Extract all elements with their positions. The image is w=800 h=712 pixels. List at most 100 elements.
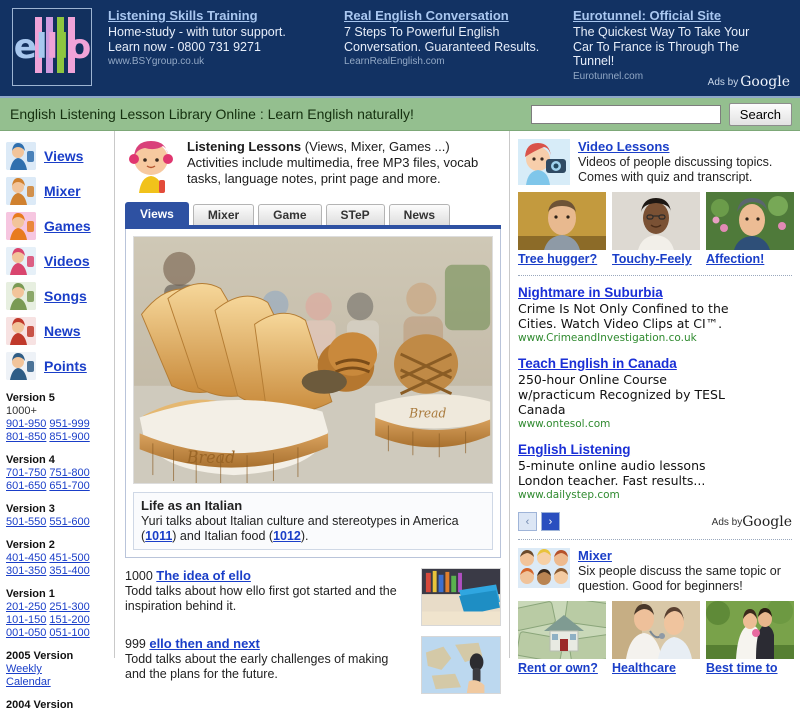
site-logo[interactable]: elllo [12, 8, 92, 86]
sidebar-ad-title[interactable]: Nightmare in Suburbia [518, 284, 792, 301]
video-thumb-1-caption[interactable]: Tree hugger? [518, 252, 606, 267]
sidebar-item-points[interactable]: Points [6, 349, 114, 382]
video-thumb-touchy-feely[interactable]: Touchy-Feely [612, 192, 700, 267]
sidebar-ad[interactable]: Teach English in Canada 250-hour Online C… [518, 355, 792, 431]
sidebar-item-label[interactable]: News [44, 323, 81, 339]
version-range-link[interactable]: 051-100 [49, 627, 89, 639]
video-thumb-3-caption[interactable]: Affection! [706, 252, 794, 267]
top-ad-3-title[interactable]: Eurotunnel: Official Site [573, 8, 786, 23]
version-range-row: 201-250 251-300 [6, 601, 114, 614]
version-range-link[interactable]: Calendar [6, 676, 51, 688]
tab-step[interactable]: STeP [325, 204, 385, 225]
version-range-link[interactable]: 901-950 [6, 418, 46, 430]
mixer-thumb-best-time-to[interactable]: Best time to [706, 601, 794, 676]
top-ad-2-title[interactable]: Real English Conversation [344, 8, 559, 23]
featured-lesson-link-1012[interactable]: 1012 [273, 529, 301, 543]
sidebar-item-label[interactable]: Games [44, 218, 91, 234]
listening-lessons-header: Listening Lessons (Views, Mixer, Games .… [125, 139, 501, 193]
version-range-link[interactable]: 201-250 [6, 601, 46, 613]
ads-next-icon[interactable]: › [541, 512, 560, 531]
ads-by-label: Ads by [707, 77, 739, 88]
lesson-999-thumbnail[interactable] [421, 636, 501, 694]
lesson-1000-thumbnail[interactable] [421, 568, 501, 626]
mixer-thumb-2-caption[interactable]: Healthcare [612, 661, 700, 676]
mixer-thumb-1-caption[interactable]: Rent or own? [518, 661, 606, 676]
version-block: Version 1 201-250 251-300 101-150 151-200 001… [6, 587, 114, 640]
version-range-link[interactable]: 951-999 [49, 418, 89, 430]
sidebar-ad-title[interactable]: Teach English in Canada [518, 355, 792, 372]
mixer-thumb-healthcare[interactable]: Healthcare [612, 601, 700, 676]
sidebar-nav: Views Mixer Games Videos Songs News Points [6, 139, 114, 382]
video-lessons-title[interactable]: Video Lessons [578, 139, 670, 154]
mixer-thumb-1-image[interactable] [518, 601, 606, 659]
sidebar-item-label[interactable]: Views [44, 148, 83, 164]
presenter-chart-icon [6, 351, 36, 380]
sidebar-ad-title[interactable]: English Listening [518, 441, 792, 458]
version-range-link[interactable]: 101-150 [6, 614, 46, 626]
logo-letter-5: o [67, 27, 91, 67]
featured-lesson-title: Life as an Italian [141, 498, 243, 513]
tab-news[interactable]: News [388, 204, 451, 225]
sidebar-ad-line: London teacher. Fast results... [518, 473, 706, 488]
person-microphone-icon [6, 141, 36, 170]
video-lessons-thumbs: Tree hugger? Touchy-Feely Affection! [518, 192, 794, 267]
tab-game[interactable]: Game [258, 204, 322, 225]
sidebar-item-views[interactable]: Views [6, 139, 114, 172]
version-range-link[interactable]: 801-850 [6, 431, 46, 443]
version-range-link[interactable]: 701-750 [6, 467, 46, 479]
version-range-link[interactable]: 501-550 [6, 516, 46, 528]
sidebar-item-label[interactable]: Songs [44, 288, 87, 304]
version-range-link[interactable]: 301-350 [6, 565, 46, 577]
video-thumb-3-image[interactable] [706, 192, 794, 250]
sidebar-item-videos[interactable]: Videos [6, 244, 114, 277]
version-range-link[interactable]: Weekly [6, 663, 42, 675]
top-ad-1[interactable]: Listening Skills Training Home-study - w… [100, 8, 344, 83]
mixer-thumb-2-image[interactable] [612, 601, 700, 659]
logo-letter-4: l [57, 27, 69, 67]
sidebar-item-mixer[interactable]: Mixer [6, 174, 114, 207]
top-ad-3-line-1: The Quickest Way To Take Your [573, 25, 750, 39]
sidebar-item-games[interactable]: Games [6, 209, 114, 242]
video-thumb-affection[interactable]: Affection! [706, 192, 794, 267]
search-input[interactable] [530, 104, 721, 124]
video-thumb-2-caption[interactable]: Touchy-Feely [612, 252, 700, 267]
video-thumb-tree-hugger[interactable]: Tree hugger? [518, 192, 606, 267]
mixer-thumb-3-image[interactable] [706, 601, 794, 659]
top-ad-2[interactable]: Real English Conversation 7 Steps To Pow… [344, 8, 573, 83]
mixer-title[interactable]: Mixer [578, 548, 612, 563]
ads-prev-icon[interactable]: ‹ [518, 512, 537, 531]
search-button[interactable]: Search [728, 102, 792, 126]
version-range-link[interactable]: 651-700 [49, 480, 89, 492]
sidebar-ad[interactable]: English Listening 5-minute online audio l… [518, 441, 792, 502]
top-ad-1-title[interactable]: Listening Skills Training [108, 8, 330, 23]
version-range-link[interactable]: 351-400 [49, 565, 89, 577]
sidebar-item-label[interactable]: Mixer [44, 183, 81, 199]
version-range-link[interactable]: 751-800 [49, 467, 89, 479]
version-range-link[interactable]: 001-050 [6, 627, 46, 639]
tab-views[interactable]: Views [125, 202, 189, 225]
version-range-link[interactable]: 251-300 [49, 601, 89, 613]
featured-lesson-image[interactable]: Bread Bread [133, 236, 493, 484]
version-range-link[interactable]: 851-900 [49, 431, 89, 443]
tab-mixer[interactable]: Mixer [192, 204, 255, 225]
sidebar-item-label[interactable]: Videos [44, 253, 90, 269]
lesson-1000-title[interactable]: The idea of ello [156, 568, 251, 583]
top-ad-3[interactable]: Eurotunnel: Official Site The Quickest W… [573, 8, 800, 83]
sidebar-ad[interactable]: Nightmare in Suburbia Crime Is Not Only C… [518, 284, 792, 345]
version-range-link[interactable]: 401-450 [6, 552, 46, 564]
google-ads-block: Nightmare in Suburbia Crime Is Not Only C… [518, 284, 792, 502]
version-range-link[interactable]: 601-650 [6, 480, 46, 492]
lesson-999-title[interactable]: ello then and next [149, 636, 260, 651]
version-block: Version 4 701-750 751-800 601-650 651-700 [6, 453, 114, 493]
sidebar-item-songs[interactable]: Songs [6, 279, 114, 312]
video-thumb-2-image[interactable] [612, 192, 700, 250]
video-thumb-1-image[interactable] [518, 192, 606, 250]
sidebar-item-label[interactable]: Points [44, 358, 87, 374]
mixer-thumb-3-caption[interactable]: Best time to [706, 661, 794, 676]
version-range-link[interactable]: 151-200 [49, 614, 89, 626]
version-range-link[interactable]: 551-600 [49, 516, 89, 528]
featured-lesson-link-1011[interactable]: 1011 [145, 529, 172, 543]
version-range-link[interactable]: 451-500 [49, 552, 89, 564]
sidebar-item-news[interactable]: News [6, 314, 114, 347]
mixer-thumb-rent-or-own[interactable]: Rent or own? [518, 601, 606, 676]
